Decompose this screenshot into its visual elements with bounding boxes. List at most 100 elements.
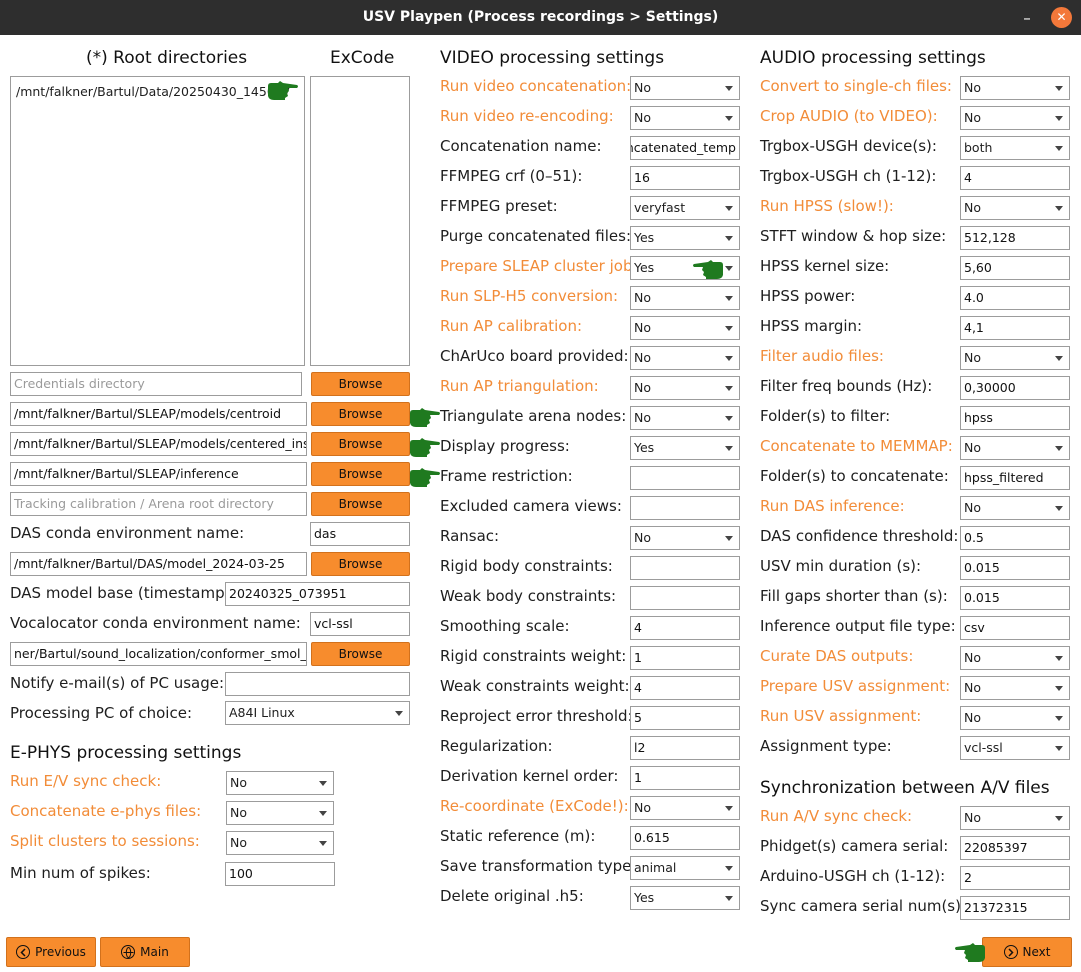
- weak-constraints-weight-field[interactable]: 4: [630, 676, 740, 700]
- rigid-body-constraints-field[interactable]: [630, 556, 740, 580]
- run-ev-sync-value: No: [230, 775, 247, 790]
- prepare-usv-assignment-select[interactable]: No: [960, 676, 1070, 700]
- run-usv-assignment-select[interactable]: No: [960, 706, 1070, 730]
- prepare-sleap-cluster-job-label: Prepare SLEAP cluster job:: [440, 257, 638, 275]
- concatenate-to-memmap-select[interactable]: No: [960, 436, 1070, 460]
- concatenate-ephys-select[interactable]: No: [226, 801, 334, 825]
- regularization-field[interactable]: l2: [630, 736, 740, 760]
- run-das-inference-select[interactable]: No: [960, 496, 1070, 520]
- delete-original-h5-select[interactable]: Yes: [630, 886, 740, 910]
- assignment-type-value: vcl-ssl: [964, 740, 1003, 755]
- excluded-camera-views-field[interactable]: [630, 496, 740, 520]
- usv-min-duration-s-field[interactable]: 0.015: [960, 556, 1070, 580]
- static-reference-m-field[interactable]: 0.615: [630, 826, 740, 850]
- run-ap-triangulation-label: Run AP triangulation:: [440, 377, 599, 395]
- browse-tracking-calibration-button[interactable]: Browse: [311, 492, 410, 516]
- trgbox-usgh-device-s-select[interactable]: both: [960, 136, 1070, 160]
- hpss-kernel-size-field[interactable]: 5,60: [960, 256, 1070, 280]
- browse-centroid-button[interactable]: Browse: [311, 402, 410, 426]
- derivation-kernel-order-field[interactable]: 1: [630, 766, 740, 790]
- save-transformation-type-select[interactable]: animal: [630, 856, 740, 880]
- ffmpeg-crf-0-51-field[interactable]: 16: [630, 166, 740, 190]
- sync-camera-serial-num-s-field[interactable]: 21372315: [960, 896, 1070, 920]
- filter-audio-files-select[interactable]: No: [960, 346, 1070, 370]
- reproject-error-threshold-field[interactable]: 5: [630, 706, 740, 730]
- previous-button[interactable]: Previous: [6, 937, 96, 967]
- split-clusters-select[interactable]: No: [226, 831, 334, 855]
- weak-body-constraints-field[interactable]: [630, 586, 740, 610]
- filter-freq-bounds-hz-field[interactable]: 0,30000: [960, 376, 1070, 400]
- assignment-type-select[interactable]: vcl-ssl: [960, 736, 1070, 760]
- ffmpeg-preset-select[interactable]: veryfast: [630, 196, 740, 220]
- hpss-margin-field[interactable]: 4,1: [960, 316, 1070, 340]
- rigid-constraints-weight-field[interactable]: 1: [630, 646, 740, 670]
- display-progress-select[interactable]: Yes: [630, 436, 740, 460]
- centered-instance-model-field[interactable]: /mnt/falkner/Bartul/SLEAP/models/centere…: [10, 432, 307, 456]
- next-button[interactable]: Next: [982, 937, 1072, 967]
- inference-output-file-type-field[interactable]: csv: [960, 616, 1070, 640]
- run-video-concatenation-select[interactable]: No: [630, 76, 740, 100]
- root-directories-list[interactable]: /mnt/falkner/Bartul/Data/20250430_145017: [10, 76, 305, 366]
- processing-pc-select[interactable]: A84I Linux: [225, 701, 410, 725]
- chevron-down-icon: [1055, 206, 1063, 211]
- trgbox-usgh-device-s-label: Trgbox-USGH device(s):: [760, 137, 937, 155]
- crop-audio-to-video-select[interactable]: No: [960, 106, 1070, 130]
- frame-restriction-field[interactable]: [630, 466, 740, 490]
- processing-pc-label: Processing PC of choice:: [10, 704, 193, 722]
- chevron-down-icon: [1055, 116, 1063, 121]
- stft-window-hop-size-label: STFT window & hop size:: [760, 227, 947, 245]
- vocalocator-env-field[interactable]: vcl-ssl: [310, 612, 410, 636]
- browse-inference-button[interactable]: Browse: [311, 462, 410, 486]
- run-slp-h5-conversion-select[interactable]: No: [630, 286, 740, 310]
- concatenation-name-label: Concatenation name:: [440, 137, 602, 155]
- sleap-inference-field[interactable]: /mnt/falkner/Bartul/SLEAP/inference: [10, 462, 307, 486]
- root-directory-item[interactable]: /mnt/falkner/Bartul/Data/20250430_145017: [16, 84, 291, 99]
- das-model-path-field[interactable]: /mnt/falkner/Bartul/DAS/model_2024-03-25: [10, 552, 307, 576]
- browse-credentials-button[interactable]: Browse: [311, 372, 410, 396]
- re-coordinate-excode-select[interactable]: No: [630, 796, 740, 820]
- notify-email-field[interactable]: [225, 672, 410, 696]
- arduino-usgh-ch-1-12-field[interactable]: 2: [960, 866, 1070, 890]
- min-spikes-field[interactable]: 100: [225, 862, 335, 886]
- excode-list[interactable]: [310, 76, 410, 366]
- derivation-kernel-order-label: Derivation kernel order:: [440, 767, 619, 785]
- ffmpeg-preset-label: FFMPEG preset:: [440, 197, 558, 215]
- das-confidence-threshold-field[interactable]: 0.5: [960, 526, 1070, 550]
- hpss-power-field[interactable]: 4.0: [960, 286, 1070, 310]
- phidget-s-camera-serial-field[interactable]: 22085397: [960, 836, 1070, 860]
- ransac-select[interactable]: No: [630, 526, 740, 550]
- stft-window-hop-size-field[interactable]: 512,128: [960, 226, 1070, 250]
- curate-das-outputs-select[interactable]: No: [960, 646, 1070, 670]
- purge-concatenated-files-label: Purge concatenated files:: [440, 227, 632, 245]
- run-video-re-encoding-select[interactable]: No: [630, 106, 740, 130]
- run-ap-triangulation-select[interactable]: No: [630, 376, 740, 400]
- run-ap-calibration-select[interactable]: No: [630, 316, 740, 340]
- run-ev-sync-label: Run E/V sync check:: [10, 772, 162, 790]
- purge-concatenated-files-select[interactable]: Yes: [630, 226, 740, 250]
- run-a-v-sync-check-select[interactable]: No: [960, 806, 1070, 830]
- browse-vocalocator-button[interactable]: Browse: [311, 642, 410, 666]
- concatenation-name-field[interactable]: oncatenated_temp: [630, 136, 740, 160]
- convert-to-single-ch-files-select[interactable]: No: [960, 76, 1070, 100]
- folder-s-to-concatenate-field[interactable]: hpss_filtered: [960, 466, 1070, 490]
- minimize-button[interactable]: –: [1017, 10, 1037, 26]
- tracking-calibration-field[interactable]: Tracking calibration / Arena root direct…: [10, 492, 307, 516]
- smoothing-scale-field[interactable]: 4: [630, 616, 740, 640]
- run-ev-sync-select[interactable]: No: [226, 771, 334, 795]
- close-button[interactable]: ✕: [1051, 7, 1072, 28]
- das-env-field[interactable]: das: [310, 522, 410, 546]
- run-hpss-slow-select[interactable]: No: [960, 196, 1070, 220]
- folder-s-to-filter-field[interactable]: hpss: [960, 406, 1070, 430]
- fill-gaps-shorter-than-s-field[interactable]: 0.015: [960, 586, 1070, 610]
- browse-centered-instance-button[interactable]: Browse: [311, 432, 410, 456]
- centroid-model-field[interactable]: /mnt/falkner/Bartul/SLEAP/models/centroi…: [10, 402, 307, 426]
- browse-das-model-button[interactable]: Browse: [311, 552, 410, 576]
- credentials-directory-field[interactable]: Credentials directory: [10, 372, 302, 396]
- das-model-base-field[interactable]: 20240325_073951: [225, 582, 410, 606]
- main-button[interactable]: Main: [100, 937, 190, 967]
- trgbox-usgh-ch-1-12-field[interactable]: 4: [960, 166, 1070, 190]
- charuco-board-provided-select[interactable]: No: [630, 346, 740, 370]
- triangulate-arena-nodes-select[interactable]: No: [630, 406, 740, 430]
- run-das-inference-label: Run DAS inference:: [760, 497, 905, 515]
- vocalocator-model-path-field[interactable]: ner/Bartul/sound_localization/conformer_…: [10, 642, 307, 666]
